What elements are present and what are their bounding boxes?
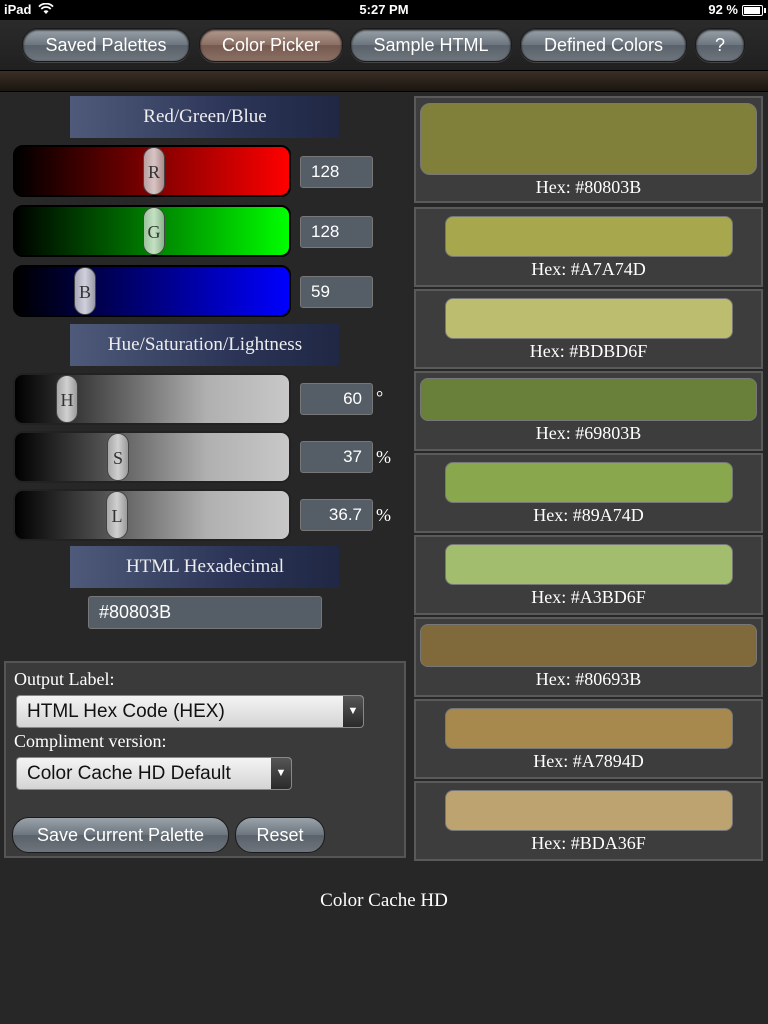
output-label-value: HTML Hex Code (HEX): [27, 701, 225, 722]
help-button[interactable]: ?: [695, 28, 745, 62]
lightness-slider-handle[interactable]: L: [106, 491, 128, 539]
swatch-hex-label: Hex: #89A74D: [533, 505, 644, 525]
color-swatch: [445, 708, 733, 749]
save-palette-button[interactable]: Save Current Palette: [12, 817, 229, 853]
options-panel: Output Label: HTML Hex Code (HEX) ▼ Comp…: [4, 661, 406, 858]
hue-value-input[interactable]: 60: [300, 383, 373, 415]
swatch-hex-label: Hex: #80693B: [535, 669, 642, 689]
lightness-value-input[interactable]: 36.7: [300, 499, 373, 531]
output-label-select[interactable]: HTML Hex Code (HEX) ▼: [16, 695, 364, 728]
swatch-hex-label: Hex: #BDA36F: [531, 833, 646, 853]
swatch-cell[interactable]: Hex: #69803B: [414, 371, 763, 451]
swatch-cell[interactable]: Hex: #89A74D: [414, 453, 763, 533]
color-swatch: [445, 544, 733, 585]
tab-color-picker[interactable]: Color Picker: [199, 28, 343, 62]
swatch-cell[interactable]: Hex: #A7A74D: [414, 207, 763, 287]
status-bar: iPad 5:27 PM 92 %: [0, 0, 768, 20]
blue-value-input[interactable]: 59: [300, 276, 373, 308]
degree-unit: °: [376, 387, 384, 407]
color-swatch: [420, 624, 757, 667]
swatch-hex-label: Hex: #A7A74D: [531, 259, 646, 279]
dropdown-arrow-icon: ▼: [343, 696, 363, 727]
tab-saved-palettes[interactable]: Saved Palettes: [22, 28, 190, 62]
swatch-main[interactable]: Hex: #80803B: [414, 96, 763, 203]
tab-sample-html[interactable]: Sample HTML: [350, 28, 512, 62]
color-swatch: [445, 790, 733, 831]
saturation-value-input[interactable]: 37: [300, 441, 373, 473]
color-swatch: [445, 216, 733, 257]
rgb-header: Red/Green/Blue: [70, 96, 340, 138]
saturation-slider[interactable]: S: [13, 431, 291, 483]
red-slider-handle[interactable]: R: [143, 147, 165, 195]
swatch-hex-label: Hex: #A3BD6F: [531, 587, 646, 607]
color-swatch: [420, 103, 757, 175]
blue-slider[interactable]: B: [13, 265, 291, 317]
green-slider-handle[interactable]: G: [143, 207, 165, 255]
percent-unit: %: [376, 447, 391, 467]
color-swatch: [445, 298, 733, 339]
compliment-version-value: Color Cache HD Default: [27, 763, 231, 784]
battery-percent: 92 %: [708, 2, 738, 17]
swatch-hex-label: Hex: #A7894D: [533, 751, 644, 771]
lightness-slider[interactable]: L: [13, 489, 291, 541]
percent-unit: %: [376, 505, 391, 525]
compliment-version-select[interactable]: Color Cache HD Default ▼: [16, 757, 292, 790]
green-slider[interactable]: G: [13, 205, 291, 257]
battery-icon: [742, 5, 766, 16]
swatch-hex-label: Hex: #80803B: [535, 177, 642, 197]
top-toolbar: Saved Palettes Color Picker Sample HTML …: [0, 20, 768, 70]
red-value-input[interactable]: 128: [300, 156, 373, 188]
reset-button[interactable]: Reset: [235, 817, 325, 853]
green-value-input[interactable]: 128: [300, 216, 373, 248]
hex-input[interactable]: #80803B: [88, 596, 322, 629]
blue-slider-handle[interactable]: B: [74, 267, 96, 315]
swatch-hex-label: Hex: #BDBD6F: [529, 341, 648, 361]
hue-slider-handle[interactable]: H: [56, 375, 78, 423]
toolbar-divider: [0, 70, 768, 92]
swatch-cell[interactable]: Hex: #A7894D: [414, 699, 763, 779]
hsl-header: Hue/Saturation/Lightness: [70, 324, 340, 366]
compliment-version-caption: Compliment version:: [14, 731, 167, 751]
tab-defined-colors[interactable]: Defined Colors: [520, 28, 687, 62]
hue-slider[interactable]: H: [13, 373, 291, 425]
color-swatch: [420, 378, 757, 421]
app-name-footer: Color Cache HD: [320, 890, 448, 911]
swatch-hex-label: Hex: #69803B: [535, 423, 642, 443]
swatch-cell[interactable]: Hex: #A3BD6F: [414, 535, 763, 615]
hex-header: HTML Hexadecimal: [70, 546, 340, 588]
swatch-cell[interactable]: Hex: #BDA36F: [414, 781, 763, 861]
swatch-cell[interactable]: Hex: #BDBD6F: [414, 289, 763, 369]
red-slider[interactable]: R: [13, 145, 291, 197]
clock: 5:27 PM: [359, 2, 409, 17]
swatch-cell[interactable]: Hex: #80693B: [414, 617, 763, 697]
saturation-slider-handle[interactable]: S: [107, 433, 129, 481]
dropdown-arrow-icon: ▼: [271, 758, 291, 789]
color-swatch: [445, 462, 733, 503]
output-label-caption: Output Label:: [14, 669, 115, 689]
